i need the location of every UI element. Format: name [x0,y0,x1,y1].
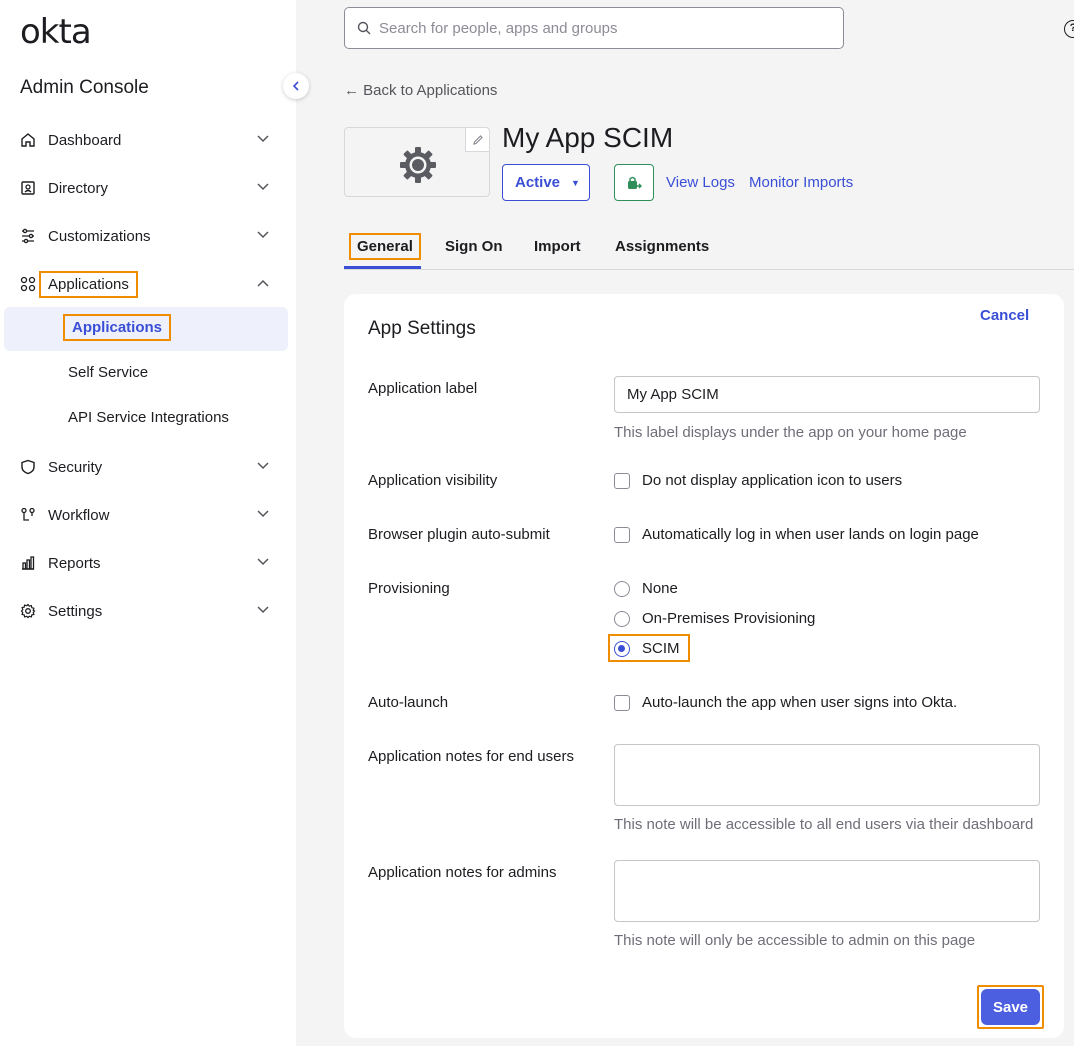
help-icon[interactable]: ? [1064,20,1074,38]
search-input[interactable] [379,19,819,37]
application-visibility-label: Application visibility [368,472,498,489]
sidebar-item-settings[interactable]: Settings [0,591,296,631]
application-label-help: This label displays under the app on you… [614,424,967,441]
collapse-sidebar-button[interactable] [283,73,309,99]
application-label-input[interactable] [614,376,1040,413]
chevron-down-icon [257,510,269,518]
chevron-down-icon [257,135,269,143]
home-icon [21,133,35,147]
visibility-checkbox[interactable] [614,472,630,489]
bar-chart-icon [22,556,35,570]
edit-logo-button[interactable] [465,128,489,152]
gear-icon [20,603,36,619]
app-title: My App SCIM [502,122,674,153]
sidebar-item-label: Settings [48,602,103,620]
search-bar[interactable] [344,7,844,49]
sidebar-item-label: Workflow [48,506,110,524]
visibility-option-label: Do not display application icon to users [642,472,903,489]
auto-launch-option[interactable]: Auto-launch the app when user signs into… [614,694,957,711]
pencil-icon [472,134,483,145]
provisioning-option-none[interactable]: None [614,580,678,597]
view-logs-link[interactable]: View Logs [666,174,735,191]
sidebar-item-label: Security [48,458,103,476]
status-label: Active [515,174,561,191]
apps-grid-icon [20,276,36,292]
save-button[interactable]: Save [981,989,1040,1025]
cancel-button[interactable]: Cancel [980,307,1029,324]
sidebar-item-dashboard[interactable]: Dashboard [0,120,296,160]
sidebar-item-workflow[interactable]: Workflow [0,495,296,535]
browser-plugin-option-label: Automatically log in when user lands on … [642,526,979,543]
sidebar-item-label: Reports [48,554,101,572]
chevron-down-icon [257,183,269,191]
browser-plugin-option[interactable]: Automatically log in when user lands on … [614,526,979,543]
application-label-label: Application label [368,380,478,397]
auto-launch-option-label: Auto-launch the app when user signs into… [642,694,958,711]
card-title: App Settings [368,318,476,339]
chevron-down-icon [257,606,269,614]
active-tab-indicator [344,266,421,269]
okta-logo[interactable]: okta [20,12,92,52]
provisioning-radio-none[interactable] [614,580,630,597]
sidebar-subitem-applications[interactable]: Applications [4,307,288,351]
sidebar-subitem-label: API Service Integrations [68,409,229,426]
provisioning-radio-on-premises[interactable] [614,610,630,627]
caret-down-icon: ▼ [571,177,580,188]
provisioning-label: Provisioning [368,580,450,597]
sidebar-subitem-label: Applications [62,314,172,341]
sidebar-item-label: Applications [39,270,138,298]
notes-end-users-textarea[interactable] [614,744,1040,806]
tab-assignments[interactable]: Assignments [615,238,709,255]
sliders-icon [22,228,34,244]
gear-icon [400,147,436,183]
sidebar-subitem-self-service[interactable]: Self Service [4,352,288,396]
browser-plugin-checkbox[interactable] [614,526,630,543]
notes-admins-help: This note will only be accessible to adm… [614,932,976,949]
scim-highlight [608,634,690,662]
sidebar-item-reports[interactable]: Reports [0,543,296,583]
directory-icon [21,181,35,195]
search-icon [357,21,371,35]
notes-end-users-label: Application notes for end users [368,748,574,765]
sidebar: okta Admin Console Dashboard Directory C… [0,0,296,1046]
sidebar-item-label: Customizations [48,227,151,245]
tab-sign-on[interactable]: Sign On [445,238,503,255]
notes-end-users-help: This note will be accessible to all end … [614,816,1034,833]
push-icon [628,176,642,189]
console-title: Admin Console [20,77,149,98]
sidebar-item-security[interactable]: Security [0,447,296,487]
tab-bar: General Sign On Import Assignments [344,230,1074,270]
chevron-left-icon [292,81,299,91]
provisioning-option-label: None [642,580,678,597]
visibility-option[interactable]: Do not display application icon to users [614,472,902,489]
app-logo [344,127,490,197]
notes-admins-label: Application notes for admins [368,864,557,881]
sidebar-item-customizations[interactable]: Customizations [0,216,296,256]
sidebar-item-directory[interactable]: Directory [0,168,296,208]
sidebar-item-label: Directory [48,179,109,197]
chevron-up-icon [257,279,269,287]
tab-import[interactable]: Import [534,238,581,255]
back-to-applications-link[interactable]: ← Back to Applications [344,82,497,99]
browser-plugin-label: Browser plugin auto-submit [368,526,550,543]
chevron-down-icon [257,462,269,470]
monitor-imports-link[interactable]: Monitor Imports [749,174,853,191]
chevron-down-icon [257,231,269,239]
sidebar-item-label: Dashboard [48,131,122,149]
workflow-icon [21,507,35,521]
tab-general[interactable]: General [349,233,421,260]
provisioning-option-label: On-Premises Provisioning [642,610,816,627]
provisioning-option-on-premises[interactable]: On-Premises Provisioning [614,610,815,627]
sidebar-item-applications[interactable]: Applications [0,264,296,304]
sidebar-subitem-api-service-integrations[interactable]: API Service Integrations [4,397,288,441]
chevron-down-icon [257,558,269,566]
shield-icon [21,459,35,475]
sidebar-subitem-label: Self Service [68,364,149,381]
auto-launch-checkbox[interactable] [614,694,630,711]
status-dropdown[interactable]: Active ▼ [502,164,590,201]
auto-launch-label: Auto-launch [368,694,449,711]
push-groups-button[interactable] [614,164,654,201]
notes-admins-textarea[interactable] [614,860,1040,922]
